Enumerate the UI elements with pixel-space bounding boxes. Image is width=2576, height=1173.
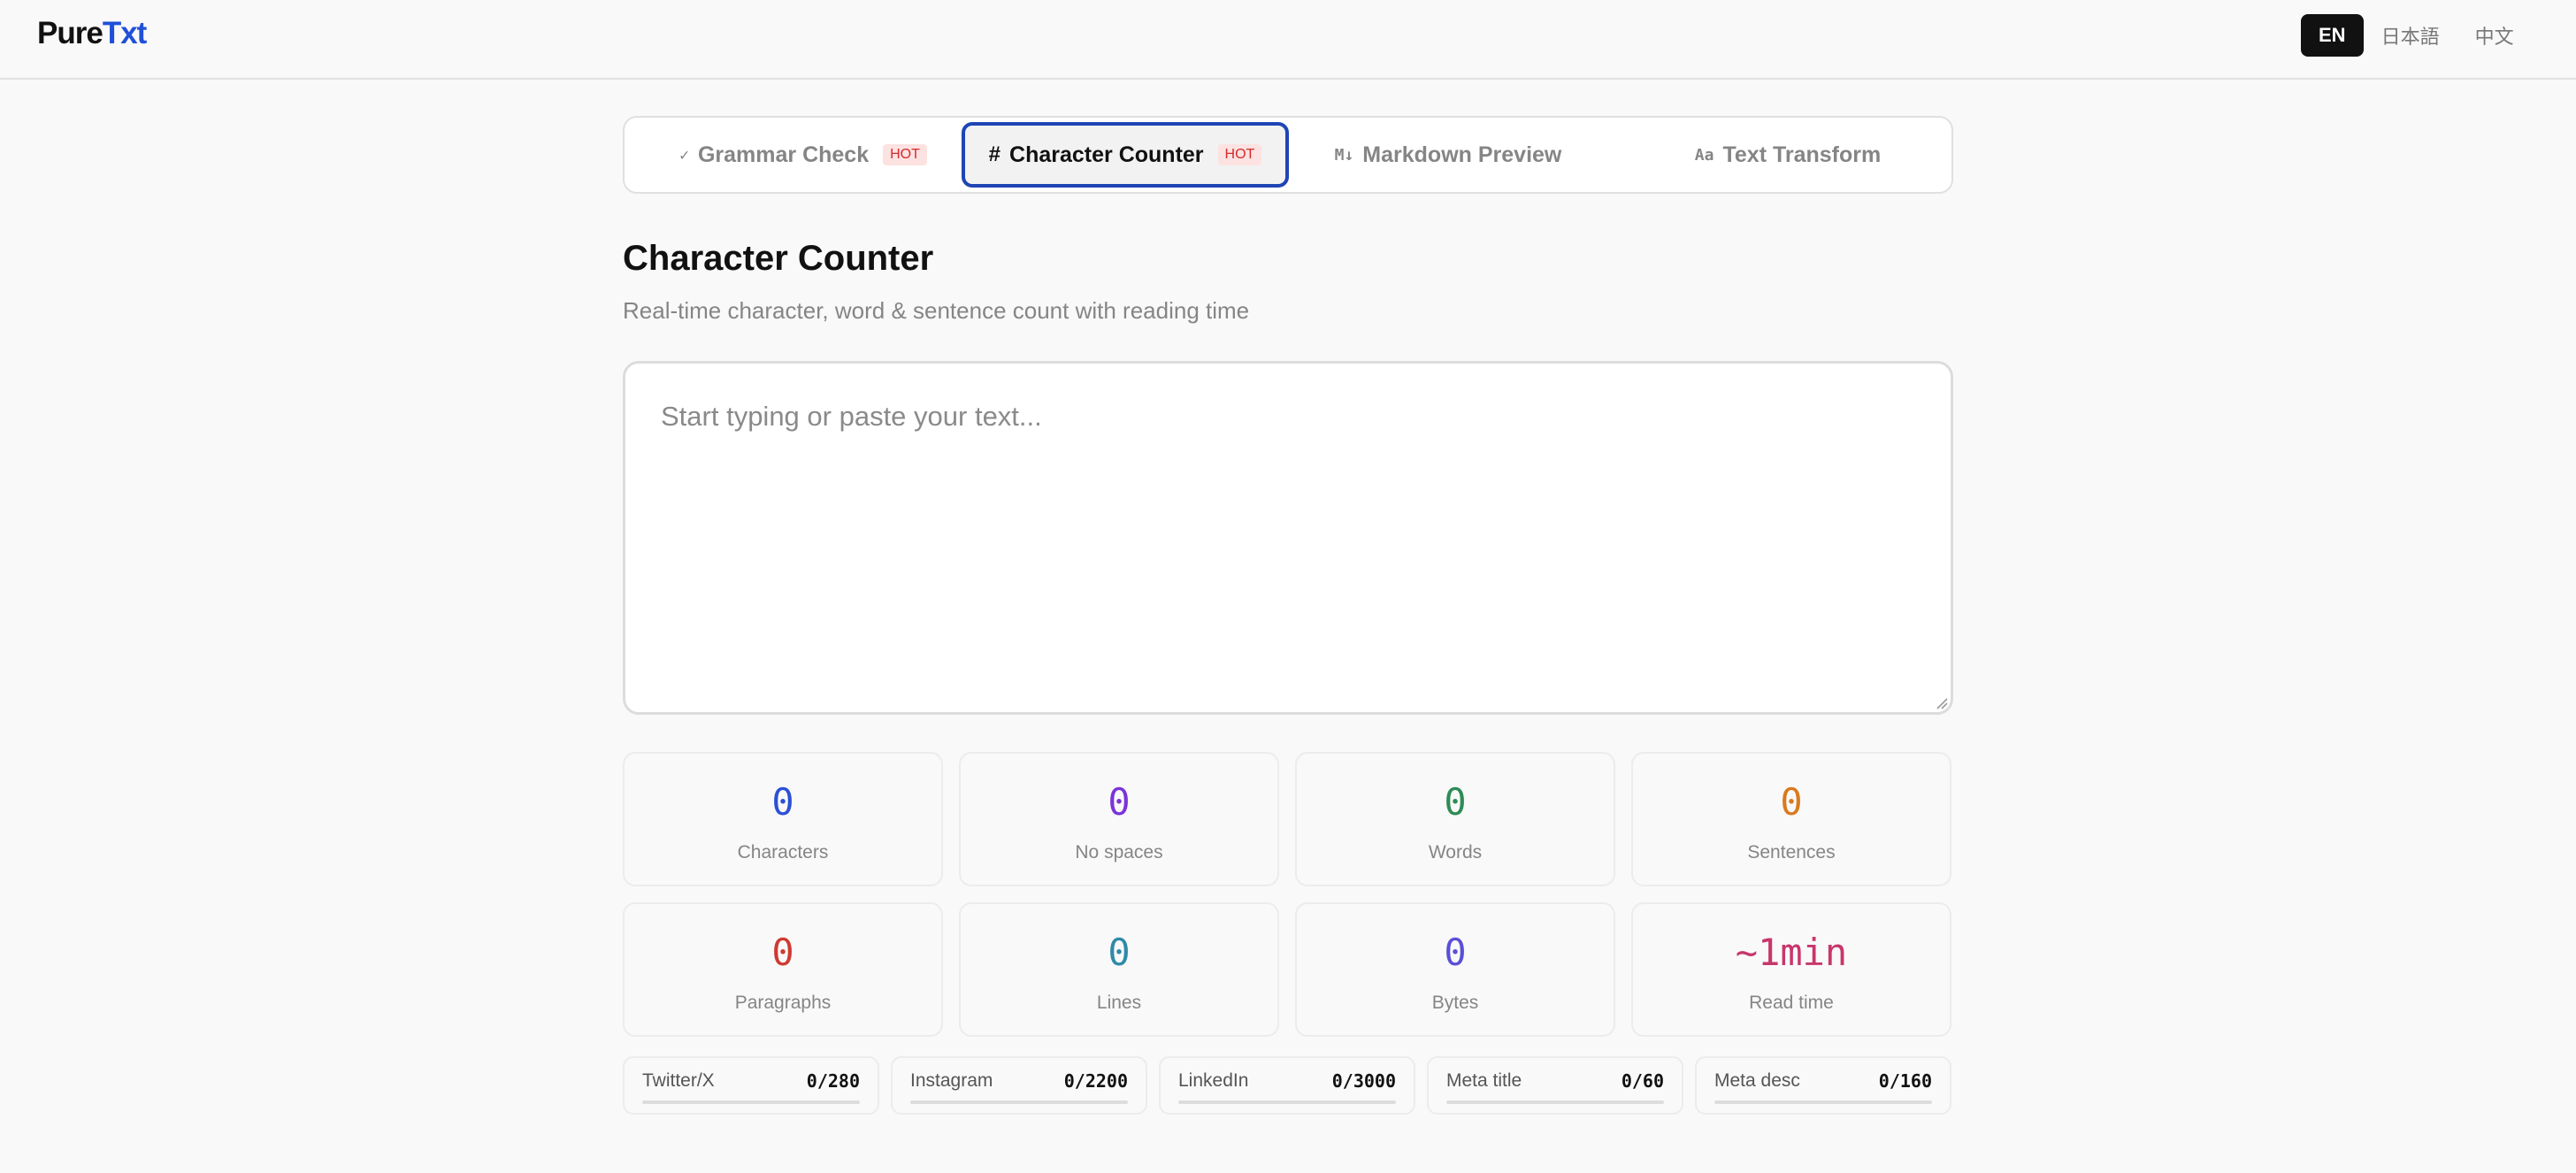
limit-name: Meta title	[1446, 1070, 1522, 1091]
stat-words: 0 Words	[1295, 752, 1615, 886]
check-icon: ✓	[679, 145, 689, 165]
limit-value: 0/3000	[1331, 1070, 1396, 1092]
stat-label: Characters	[737, 842, 829, 862]
hot-badge: HOT	[883, 144, 927, 165]
stat-value: 0	[1444, 780, 1467, 824]
stat-read-time: ~1min Read time	[1631, 902, 1951, 1037]
tab-label: Character Counter	[1009, 142, 1204, 167]
tab-grammar-check[interactable]: ✓ Grammar Check HOT	[667, 122, 939, 188]
tab-label: Grammar Check	[697, 142, 870, 167]
limit-twitter: Twitter/X 0/280	[623, 1056, 879, 1115]
limit-name: Instagram	[910, 1070, 993, 1091]
limit-name: Meta desc	[1714, 1070, 1800, 1091]
resize-handle-icon[interactable]	[1934, 695, 1948, 709]
limit-name: LinkedIn	[1178, 1070, 1249, 1091]
stat-value: 0	[1444, 931, 1467, 974]
top-bar: PureTxt EN 日本語 中文	[0, 0, 2576, 80]
stat-value: 0	[1108, 780, 1131, 824]
stat-label: Read time	[1749, 993, 1834, 1013]
stat-bytes: 0 Bytes	[1295, 902, 1615, 1037]
stat-characters: 0 Characters	[623, 752, 943, 886]
language-option-2[interactable]: 中文	[2457, 14, 2532, 57]
limit-progress-bar	[1714, 1100, 1932, 1104]
stat-lines: 0 Lines	[959, 902, 1279, 1037]
stat-label: Paragraphs	[734, 993, 832, 1013]
page-title: Character Counter	[623, 239, 934, 278]
stat-sentences: 0 Sentences	[1631, 752, 1951, 886]
limit-progress-bar	[1446, 1100, 1664, 1104]
tool-tabs: ✓ Grammar Check HOT # Character Counter HOT M↓…	[623, 116, 1953, 194]
stat-value: 0	[1108, 931, 1131, 974]
tab-character-counter[interactable]: # Character Counter HOT	[962, 122, 1289, 188]
stat-label: Words	[1428, 842, 1483, 862]
text-case-icon: Aa	[1694, 145, 1714, 165]
stat-label: Lines	[1096, 993, 1142, 1013]
hot-badge: HOT	[1217, 144, 1262, 165]
limit-progress-bar	[910, 1100, 1128, 1104]
limit-value: 0/60	[1621, 1070, 1664, 1092]
markdown-icon: M↓	[1334, 145, 1354, 165]
text-input[interactable]	[623, 361, 1953, 715]
stat-paragraphs: 0 Paragraphs	[623, 902, 943, 1037]
language-switcher: EN 日本語 中文	[2301, 14, 2532, 57]
tab-label: Text Transform	[1722, 142, 1882, 167]
stat-label: Bytes	[1431, 993, 1479, 1013]
limit-instagram: Instagram 0/2200	[891, 1056, 1147, 1115]
stat-value: ~1min	[1735, 931, 1848, 974]
limit-progress-bar	[1178, 1100, 1396, 1104]
stat-label: Sentences	[1747, 842, 1836, 862]
language-option-1[interactable]: 日本語	[2364, 14, 2457, 57]
tab-label: Markdown Preview	[1362, 142, 1562, 167]
logo[interactable]: PureTxt	[37, 16, 147, 51]
stat-label: No spaces	[1075, 842, 1163, 862]
limit-linkedin: LinkedIn 0/3000	[1159, 1056, 1415, 1115]
limit-value: 0/2200	[1063, 1070, 1128, 1092]
limit-value: 0/280	[806, 1070, 860, 1092]
language-option-0[interactable]: EN	[2301, 14, 2364, 57]
logo-part-1: Pure	[37, 16, 104, 50]
tab-text-transform[interactable]: Aa Text Transform	[1651, 122, 1925, 188]
logo-part-2: Txt	[102, 16, 147, 50]
hash-icon: #	[988, 142, 1001, 166]
limit-name: Twitter/X	[642, 1070, 715, 1091]
limit-meta-desc: Meta desc 0/160	[1695, 1056, 1951, 1115]
stat-value: 0	[771, 780, 794, 824]
limit-meta-title: Meta title 0/60	[1427, 1056, 1683, 1115]
stat-value: 0	[771, 931, 794, 974]
tab-markdown-preview[interactable]: M↓ Markdown Preview	[1311, 122, 1585, 188]
stat-value: 0	[1780, 780, 1803, 824]
limit-progress-bar	[642, 1100, 860, 1104]
page-subtitle: Real-time character, word & sentence cou…	[623, 297, 1250, 324]
stat-no-spaces: 0 No spaces	[959, 752, 1279, 886]
limit-value: 0/160	[1878, 1070, 1932, 1092]
